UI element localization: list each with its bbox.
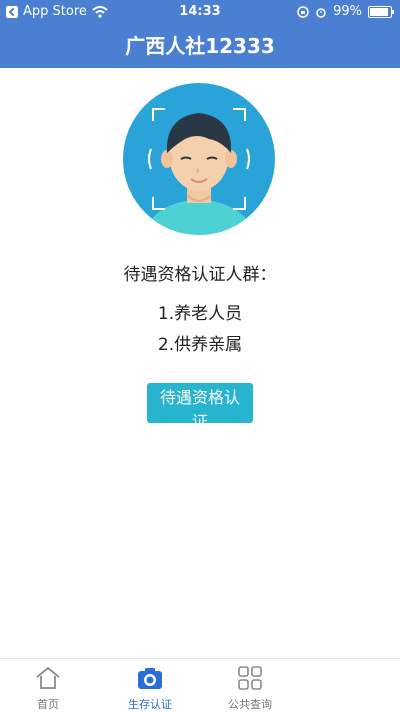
status-right: 99%	[297, 4, 394, 19]
home-icon	[36, 666, 60, 689]
face-scan-illustration	[123, 83, 275, 235]
battery-icon	[368, 5, 394, 18]
eligible-item-2: 2.供养亲属	[157, 335, 243, 355]
tab-home-label: 首页	[37, 698, 59, 711]
eligible-groups-title: 待遇资格认证人群：	[123, 265, 277, 285]
face-avatar	[123, 83, 275, 235]
tab-home[interactable]: 首页	[8, 665, 88, 712]
camera-icon	[138, 668, 162, 689]
tab-survival-verification[interactable]: 生存认证	[110, 665, 190, 712]
battery-percent: 99%	[333, 4, 362, 19]
app-header: App Store 14:33 99% 广西人社12333	[0, 0, 400, 68]
tab-survival-verification-label: 生存认证	[128, 698, 172, 711]
benefit-verification-button[interactable]: 待遇资格认证	[147, 383, 253, 431]
bottom-tab-bar: 首页 生存认证 公共查询	[0, 658, 400, 712]
tab-public-query[interactable]: 公共查询	[210, 665, 290, 712]
page-title: 广西人社12333	[125, 34, 275, 58]
grid-icon	[238, 666, 262, 690]
orientation-lock-icon	[297, 5, 309, 18]
status-bar: App Store 14:33 99%	[0, 0, 400, 24]
tab-public-query-label: 公共查询	[228, 698, 272, 711]
eligible-item-1: 1.养老人员	[157, 304, 243, 324]
alarm-icon	[316, 7, 326, 18]
